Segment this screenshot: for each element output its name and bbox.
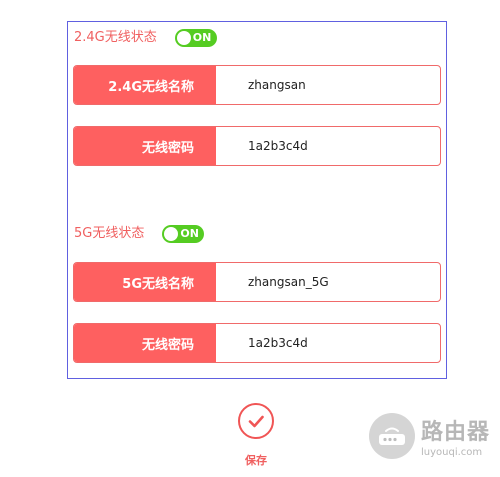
wifi-password-label-5g: 无线密码 [74,324,216,362]
toggle-text: ON [192,31,212,44]
router-logo-icon [368,413,415,459]
status-row-24g: 2.4G无线状态 ON [74,26,217,50]
save-area: 保存 [236,403,276,468]
wireless-settings-panel: 2.4G无线状态 ON 2.4G无线名称 zhangsan 无线密码 1a2b3… [67,21,447,379]
wifi-password-input-24g[interactable]: 1a2b3c4d [216,127,440,165]
wifi-name-field-5g: 5G无线名称 zhangsan_5G [73,262,441,302]
wifi-name-field-24g: 2.4G无线名称 zhangsan [73,65,441,105]
toggle-text: ON [180,227,199,240]
toggle-knob [176,31,191,45]
wifi-name-input-5g[interactable]: zhangsan_5G [216,263,440,301]
status-row-5g: 5G无线状态 ON [74,222,205,246]
status-label-24g: 2.4G无线状态 [74,30,157,45]
watermark-text: 路由器 luyouqi.com [421,414,490,458]
wifi-name-input-24g[interactable]: zhangsan [216,66,440,104]
wifi-password-input-5g[interactable]: 1a2b3c4d [216,324,440,362]
watermark-title: 路由器 [420,420,490,445]
watermark-subtitle: luyouqi.com [420,447,483,458]
watermark: 路由器 luyouqi.com [368,413,490,459]
toggle-5g[interactable]: ON [162,225,205,243]
save-button[interactable] [238,403,274,439]
wifi-password-field-5g: 无线密码 1a2b3c4d [73,323,441,363]
check-icon [248,415,264,428]
wifi-name-label-24g: 2.4G无线名称 [74,66,216,104]
save-label: 保存 [245,454,267,467]
wifi-name-label-5g: 5G无线名称 [74,263,216,301]
toggle-24g[interactable]: ON [174,29,217,47]
toggle-knob [164,227,179,241]
status-label-5g: 5G无线状态 [74,226,145,241]
wifi-password-field-24g: 无线密码 1a2b3c4d [73,126,441,166]
wifi-password-label-24g: 无线密码 [74,127,216,165]
